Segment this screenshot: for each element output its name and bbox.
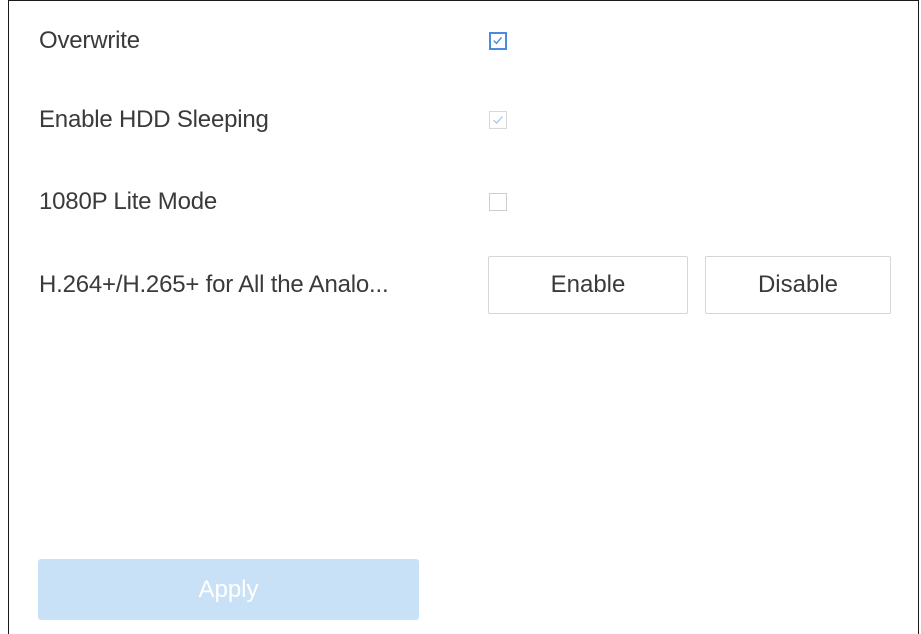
hdd-sleeping-label: Enable HDD Sleeping: [39, 106, 269, 133]
lite-mode-label: 1080P Lite Mode: [39, 188, 218, 215]
overwrite-label: Overwrite: [39, 27, 140, 54]
codec-plus-label: H.264+/H.265+ for All the Analo...: [39, 271, 389, 298]
hdd-sleeping-row: Enable HDD Sleeping: [39, 100, 899, 140]
settings-panel: Overwrite Enable HDD Sleeping 1080P Lite…: [8, 0, 919, 634]
checkmark-icon: [493, 37, 503, 45]
overwrite-checkbox[interactable]: [489, 32, 507, 50]
apply-button[interactable]: Apply: [38, 559, 419, 620]
codec-plus-row: H.264+/H.265+ for All the Analo... Enabl…: [39, 256, 899, 314]
lite-mode-checkbox[interactable]: [489, 193, 507, 211]
disable-button[interactable]: Disable: [705, 256, 891, 314]
checkmark-icon: [493, 116, 503, 124]
overwrite-row: Overwrite: [39, 21, 899, 61]
enable-button[interactable]: Enable: [488, 256, 688, 314]
hdd-sleeping-checkbox[interactable]: [489, 111, 507, 129]
lite-mode-row: 1080P Lite Mode: [39, 182, 899, 222]
